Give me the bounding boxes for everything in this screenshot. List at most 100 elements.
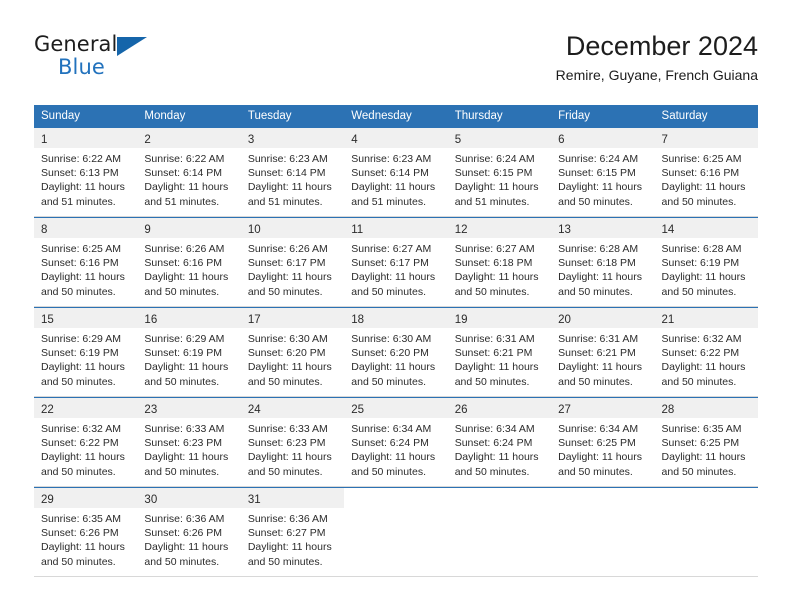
calendar-day-cell[interactable]: 1 Sunrise: 6:22 AM Sunset: 6:13 PM Daylight…	[34, 128, 138, 216]
weekday-header-wednesday: Wednesday	[351, 110, 412, 122]
day-detail-line: Sunrise: 6:30 AM	[351, 333, 432, 345]
day-detail-line: Sunrise: 6:34 AM	[558, 423, 639, 435]
day-detail-line: and 50 minutes.	[247, 375, 323, 388]
day-detail-line: Daylight: 11 hours	[454, 451, 539, 464]
calendar-day-cell[interactable]: 27 Sunrise: 6:34 AM Sunset: 6:25 PM Dayligh…	[551, 398, 655, 486]
day-number-bar: 6	[551, 128, 655, 148]
day-detail-line: and 50 minutes.	[144, 555, 220, 568]
calendar-day-cell[interactable]: 28 Sunrise: 6:35 AM Sunset: 6:25 PM Dayligh…	[654, 398, 758, 486]
day-detail-line: Sunset: 6:20 PM	[247, 347, 326, 360]
day-detail-line: Daylight: 11 hours	[41, 541, 125, 554]
day-number-bar: 30	[137, 488, 241, 508]
calendar-day-cell[interactable]: 22 Sunrise: 6:32 AM Sunset: 6:22 PM Dayligh…	[34, 398, 138, 486]
day-number-bar: 5	[447, 128, 552, 148]
day-detail-line: Sunrise: 6:36 AM	[247, 513, 328, 525]
day-detail-lines: Sunrise: 6:24 AM Sunset: 6:15 PM Daylight:…	[551, 148, 654, 209]
day-detail-line: Sunrise: 6:29 AM	[41, 333, 121, 345]
day-detail-line: Sunrise: 6:31 AM	[454, 333, 535, 345]
calendar-day-cell[interactable]: 23 Sunrise: 6:33 AM Sunset: 6:23 PM Dayligh…	[137, 398, 241, 486]
day-detail-line: Sunset: 6:19 PM	[661, 257, 740, 270]
calendar-day-cell[interactable]: 8 Sunrise: 6:25 AM Sunset: 6:16 PM Daylight…	[34, 218, 138, 306]
day-detail-line: Sunrise: 6:28 AM	[661, 243, 742, 255]
calendar-day-cell-empty	[654, 488, 758, 576]
calendar-day-cell-empty	[447, 488, 552, 576]
calendar-day-cell[interactable]: 20 Sunrise: 6:31 AM Sunset: 6:21 PM Dayligh…	[551, 308, 655, 396]
day-detail-line: and 50 minutes.	[558, 285, 633, 298]
calendar-day-cell[interactable]: 9 Sunrise: 6:26 AM Sunset: 6:16 PM Daylight…	[137, 218, 241, 306]
day-detail-line: Sunset: 6:25 PM	[661, 437, 740, 450]
day-number: 18	[351, 314, 365, 326]
calendar-day-cell[interactable]: 6 Sunrise: 6:24 AM Sunset: 6:15 PM Daylight…	[551, 128, 655, 216]
day-detail-line: Sunset: 6:13 PM	[41, 167, 119, 180]
day-detail-line: Sunrise: 6:26 AM	[247, 243, 328, 255]
calendar-week-row: 15 Sunrise: 6:29 AM Sunset: 6:19 PM Dayligh…	[34, 307, 758, 397]
day-number-bar: 24	[240, 398, 345, 418]
calendar-day-cell[interactable]: 17 Sunrise: 6:30 AM Sunset: 6:20 PM Dayligh…	[240, 308, 345, 396]
day-number-bar	[551, 488, 655, 508]
calendar-day-cell[interactable]: 31 Sunrise: 6:36 AM Sunset: 6:27 PM Dayligh…	[240, 488, 345, 576]
day-detail-line: Daylight: 11 hours	[661, 271, 746, 284]
calendar-day-cell[interactable]: 26 Sunrise: 6:34 AM Sunset: 6:24 PM Dayligh…	[447, 398, 552, 486]
calendar-day-cell[interactable]: 30 Sunrise: 6:36 AM Sunset: 6:26 PM Dayligh…	[137, 488, 241, 576]
day-number: 17	[247, 314, 261, 326]
calendar-day-cell[interactable]: 7 Sunrise: 6:25 AM Sunset: 6:16 PM Daylight…	[654, 128, 758, 216]
day-detail-line: Sunrise: 6:29 AM	[144, 333, 225, 345]
day-number-bar: 23	[137, 398, 241, 418]
day-detail-line: Daylight: 11 hours	[454, 271, 539, 284]
day-number: 7	[661, 134, 668, 146]
day-detail-line: Sunset: 6:15 PM	[558, 167, 636, 180]
calendar-day-cell[interactable]: 11 Sunrise: 6:27 AM Sunset: 6:17 PM Dayligh…	[344, 218, 448, 306]
calendar-day-cell[interactable]: 16 Sunrise: 6:29 AM Sunset: 6:19 PM Dayligh…	[137, 308, 241, 396]
weekday-header-saturday: Saturday	[661, 110, 708, 122]
day-number-bar: 27	[551, 398, 655, 418]
day-detail-lines	[448, 508, 551, 512]
brand-logo[interactable]: General Blue	[34, 32, 164, 88]
day-detail-line: Sunset: 6:19 PM	[144, 347, 223, 360]
calendar-page: General Blue December 2024 Remire, Guyan…	[0, 0, 792, 612]
day-detail-line: Sunset: 6:20 PM	[351, 347, 429, 360]
calendar-grid: Sunday Monday Tuesday Wednesday Thursday Frid…	[34, 105, 758, 577]
calendar-day-cell[interactable]: 10 Sunrise: 6:26 AM Sunset: 6:17 PM Dayligh…	[240, 218, 345, 306]
day-detail-lines: Sunrise: 6:28 AM Sunset: 6:18 PM Daylight:…	[551, 238, 654, 299]
day-number: 27	[558, 404, 571, 416]
calendar-day-cell[interactable]: 15 Sunrise: 6:29 AM Sunset: 6:19 PM Dayligh…	[34, 308, 138, 396]
calendar-day-cell[interactable]: 21 Sunrise: 6:32 AM Sunset: 6:22 PM Dayligh…	[654, 308, 758, 396]
day-number-bar: 20	[551, 308, 655, 328]
day-detail-line: Daylight: 11 hours	[41, 361, 125, 374]
day-detail-line: Sunrise: 6:31 AM	[558, 333, 639, 345]
day-detail-lines: Sunrise: 6:32 AM Sunset: 6:22 PM Daylight:…	[34, 418, 137, 479]
calendar-day-cell[interactable]: 3 Sunrise: 6:23 AM Sunset: 6:14 PM Daylight…	[240, 128, 345, 216]
calendar-day-cell[interactable]: 19 Sunrise: 6:31 AM Sunset: 6:21 PM Dayligh…	[447, 308, 552, 396]
day-detail-line: and 50 minutes.	[41, 375, 116, 388]
calendar-day-cell[interactable]: 4 Sunrise: 6:23 AM Sunset: 6:14 PM Daylight…	[344, 128, 448, 216]
day-number-bar: 7	[654, 128, 758, 148]
day-number: 15	[41, 314, 54, 326]
day-number-bar: 29	[34, 488, 138, 508]
calendar-day-cell[interactable]: 14 Sunrise: 6:28 AM Sunset: 6:19 PM Dayligh…	[654, 218, 758, 306]
day-detail-lines: Sunrise: 6:26 AM Sunset: 6:16 PM Daylight:…	[137, 238, 240, 299]
calendar-day-cell[interactable]: 25 Sunrise: 6:34 AM Sunset: 6:24 PM Dayligh…	[344, 398, 448, 486]
day-detail-line: Sunrise: 6:35 AM	[661, 423, 742, 435]
calendar-day-cell[interactable]: 12 Sunrise: 6:27 AM Sunset: 6:18 PM Dayligh…	[447, 218, 552, 306]
day-number-bar: 13	[551, 218, 655, 238]
day-detail-line: Daylight: 11 hours	[454, 361, 539, 374]
calendar-day-cell[interactable]: 29 Sunrise: 6:35 AM Sunset: 6:26 PM Dayligh…	[34, 488, 138, 576]
calendar-day-cell[interactable]: 13 Sunrise: 6:28 AM Sunset: 6:18 PM Dayligh…	[551, 218, 655, 306]
calendar-day-cell[interactable]: 2 Sunrise: 6:22 AM Sunset: 6:14 PM Daylight…	[137, 128, 241, 216]
day-detail-line: Sunrise: 6:25 AM	[661, 153, 742, 165]
day-number: 19	[454, 314, 468, 326]
calendar-day-cell[interactable]: 5 Sunrise: 6:24 AM Sunset: 6:15 PM Daylight…	[447, 128, 552, 216]
day-detail-line: and 50 minutes.	[41, 465, 116, 478]
day-number-bar: 19	[447, 308, 552, 328]
calendar-day-cell[interactable]: 24 Sunrise: 6:33 AM Sunset: 6:23 PM Dayligh…	[240, 398, 345, 486]
day-detail-lines: Sunrise: 6:29 AM Sunset: 6:19 PM Daylight:…	[137, 328, 240, 389]
calendar-day-cell[interactable]: 18 Sunrise: 6:30 AM Sunset: 6:20 PM Dayligh…	[344, 308, 448, 396]
day-detail-line: Daylight: 11 hours	[144, 541, 229, 554]
day-number-bar: 16	[137, 308, 241, 328]
day-number-bar	[654, 488, 758, 508]
calendar-week-row: 8 Sunrise: 6:25 AM Sunset: 6:16 PM Daylight…	[34, 217, 758, 307]
day-detail-line: Daylight: 11 hours	[351, 451, 436, 464]
calendar-week-row: 1 Sunrise: 6:22 AM Sunset: 6:13 PM Daylight…	[34, 128, 758, 217]
day-number: 28	[661, 404, 675, 416]
day-detail-line: Sunrise: 6:33 AM	[144, 423, 225, 435]
